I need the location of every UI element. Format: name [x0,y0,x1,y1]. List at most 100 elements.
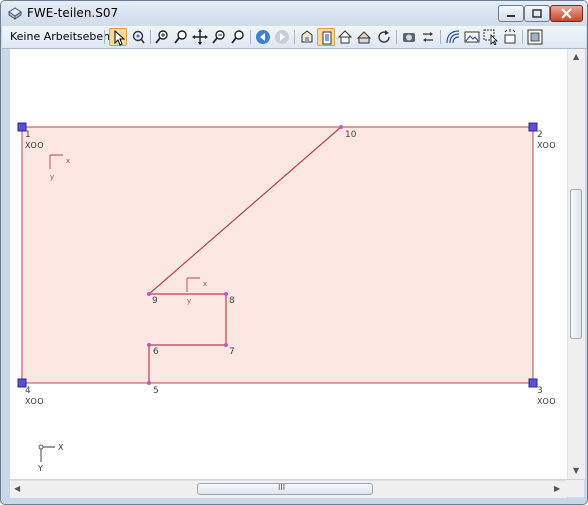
select-region-button[interactable] [482,28,500,46]
scroll-right-icon[interactable]: ▶ [554,485,560,493]
refresh-button[interactable] [375,28,393,46]
zoom-in-button[interactable] [153,28,171,46]
toolbar-separator [294,30,295,44]
view-2d-icon [322,31,332,45]
toolbar-separator [522,30,523,44]
view-3d-button[interactable] [298,28,316,46]
settings-icon [527,29,543,45]
pan-button[interactable] [191,28,209,46]
global-axis-y: Y [37,464,43,473]
toolbar-separator [150,30,151,44]
node-10[interactable] [339,125,343,129]
house-button[interactable] [336,28,354,46]
corner-tag-4: XOO [25,397,44,406]
node-5[interactable] [147,381,151,385]
node-label-1: 1 [25,130,31,140]
close-button[interactable] [550,5,583,22]
local-axis-2-y: y [187,297,191,305]
scroll-up-icon[interactable]: ▲ [573,53,579,61]
info-button[interactable] [501,28,519,46]
node-label-2: 2 [537,130,543,140]
workplane-dropdown[interactable]: Keine Arbeitseben [6,29,126,45]
toolbar: Keine Arbeitseben [2,26,586,49]
horizontal-scrollbar[interactable]: ◀ III ▶ [10,480,567,498]
node-6[interactable] [147,343,151,347]
node-label-7: 7 [229,347,235,357]
corner-tag-3: XOO [537,397,556,406]
back-button[interactable] [254,28,272,46]
global-axis-x: X [58,443,64,452]
house-icon [337,30,353,44]
local-axis-1-y: y [50,173,54,181]
vertical-scroll-thumb[interactable] [570,189,582,339]
swap-button[interactable] [419,28,437,46]
pointer-icon [114,30,126,46]
select-region-icon [483,29,498,45]
node-7[interactable] [224,343,228,347]
application-window: FWE-teilen.S07 Keine Arbeitseben 1 2 3 4… [0,0,588,505]
horizontal-scroll-thumb[interactable]: III [197,483,373,495]
node-label-4: 4 [25,386,31,396]
toolbar-separator [440,30,441,44]
pan-icon [192,29,208,45]
zoom-window-icon [174,30,187,44]
scroll-down-icon[interactable]: ▼ [573,467,579,475]
pointer-tool-button[interactable] [109,28,127,46]
corner-tag-2: XOO [537,141,556,150]
node-label-6: 6 [153,347,159,357]
global-axis-indicator: X Y [37,443,64,473]
scrollbar-corner [567,480,584,497]
node-label-3: 3 [537,386,543,396]
swap-icon [423,32,433,42]
render-button[interactable] [400,28,418,46]
view-2d-button[interactable] [317,28,335,46]
node-9[interactable] [147,292,151,296]
maximize-button[interactable] [524,5,550,22]
forward-icon [275,30,289,44]
vertical-scrollbar[interactable]: ▲ ▼ [567,49,585,479]
plan-icon [446,30,460,44]
zoom-all-icon [212,30,225,44]
zoom-previous-icon [231,30,244,44]
roof-button[interactable] [355,28,373,46]
toolbar-separator [104,30,105,44]
zoom-in-icon [155,30,168,44]
node-label-8: 8 [229,296,235,306]
node-label-10: 10 [345,130,357,140]
render-icon [403,33,415,42]
image-button[interactable] [463,28,481,46]
corner-node-2[interactable] [528,122,538,132]
drawing-canvas[interactable]: 1 2 3 4 5 6 7 8 9 10 XOO XOO XOO XOO x y… [10,49,567,479]
toolbar-separator [396,30,397,44]
zoom-all-button[interactable] [210,28,228,46]
workplane-dropdown-label: Keine Arbeitseben [10,30,111,43]
zoom-previous-button[interactable] [229,28,247,46]
zoom-window-button[interactable] [172,28,190,46]
plan-button[interactable] [444,28,462,46]
local-axis-2-x: x [203,280,207,288]
rotate-view-icon [132,30,145,44]
rotate-view-button[interactable] [129,28,147,46]
back-icon [256,30,270,44]
local-axis-1-x: x [66,157,70,165]
close-icon [561,8,572,19]
scroll-left-icon[interactable]: ◀ [14,485,20,493]
forward-button[interactable] [273,28,291,46]
app-icon [8,7,22,20]
drawing-svg[interactable]: 1 2 3 4 5 6 7 8 9 10 XOO XOO XOO XOO x y… [10,49,567,479]
toolbar-separator [250,30,251,44]
title-bar[interactable]: FWE-teilen.S07 [1,1,587,26]
minimize-icon [507,15,515,17]
plate-area[interactable] [21,126,534,384]
node-label-9: 9 [152,296,158,306]
node-8[interactable] [224,292,228,296]
view-3d-icon [301,30,313,43]
settings-button[interactable] [526,28,544,46]
info-icon [504,29,516,44]
roof-icon [356,31,372,44]
maximize-icon [532,9,542,18]
scroll-grip: III [278,483,286,492]
minimize-button[interactable] [498,5,524,22]
refresh-icon [378,30,390,43]
corner-node-3[interactable] [528,378,538,388]
